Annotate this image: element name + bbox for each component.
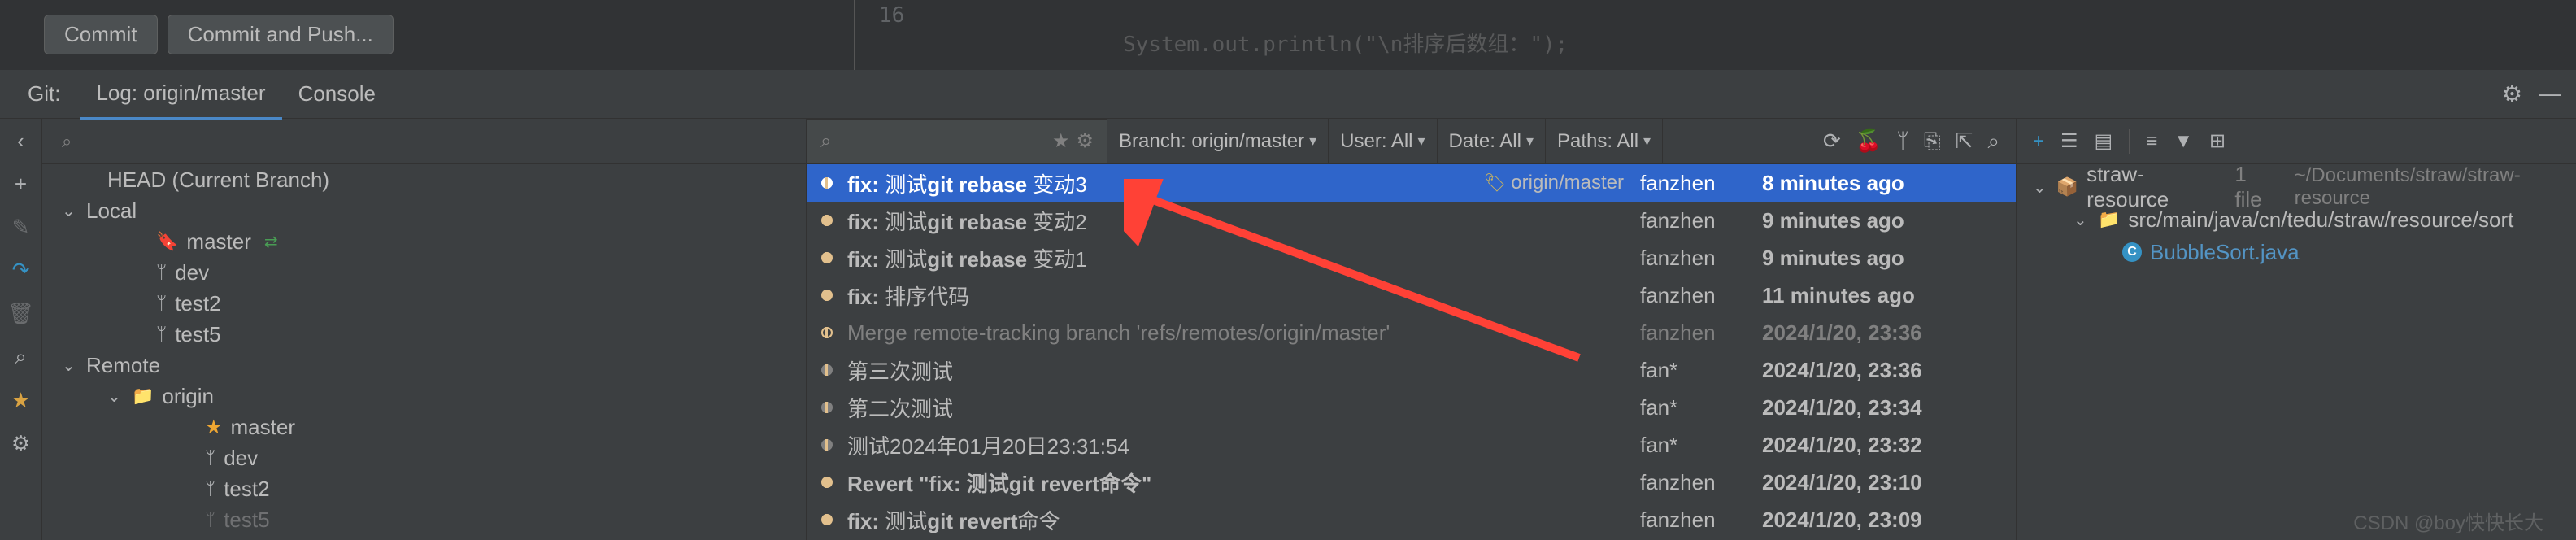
redo-icon[interactable]: ↷	[12, 258, 30, 283]
origin-master[interactable]: ★master	[42, 412, 806, 442]
file-root[interactable]: ⌄📦 straw-resource 1 file ~/Documents/str…	[2017, 171, 2576, 203]
head-branch[interactable]: HEAD (Current Branch)	[42, 164, 806, 195]
commit-button[interactable]: Commit	[44, 15, 158, 54]
settings2-icon[interactable]: ⚙	[11, 431, 30, 456]
git-label: Git:	[28, 81, 60, 107]
gear-icon[interactable]: ⚙	[2502, 81, 2522, 107]
tab-console[interactable]: Console	[282, 70, 392, 118]
goto-icon[interactable]: ⎘	[1924, 128, 1941, 155]
expand-tree-icon[interactable]: ⊞	[2209, 129, 2226, 153]
local-group[interactable]: ⌄Local	[42, 195, 806, 226]
commit-push-button[interactable]: Commit and Push...	[168, 15, 394, 54]
left-toolbar: ‹ + ✎ ↷ 🗑 ⌕ ★ ⚙	[0, 119, 42, 540]
cherry-pick-icon[interactable]: 🍒	[1856, 128, 1882, 155]
filter-branch[interactable]: Branch: origin/master▾	[1107, 119, 1329, 163]
edit-icon[interactable]: ✎	[12, 215, 30, 240]
filter-date[interactable]: Date: All▾	[1438, 119, 1546, 163]
commit-list[interactable]: fix: 测试git rebase 变动3🏷origin/masterfanzh…	[807, 164, 2016, 540]
commit-row[interactable]: fix: 测试git rebase 变动2fanzhen9 minutes ag…	[807, 202, 2016, 239]
commit-row[interactable]: fix: 测试git rebase 变动3🏷origin/masterfanzh…	[807, 164, 2016, 202]
origin-test5[interactable]: ᛘtest5	[42, 504, 806, 535]
commit-row[interactable]: 第三次测试fan*2024/1/20, 23:36	[807, 351, 2016, 389]
find-icon[interactable]: ⌕	[1987, 128, 1999, 155]
remote-group[interactable]: ⌄Remote	[42, 350, 806, 381]
branch-action-icon[interactable]: ᛘ	[1896, 128, 1909, 155]
tab-log[interactable]: Log: origin/master	[80, 69, 281, 120]
add-icon[interactable]: +	[15, 172, 27, 197]
group-icon[interactable]: ≡	[2146, 130, 2157, 153]
local-dev[interactable]: ᛘdev	[42, 257, 806, 288]
commit-row[interactable]: Merge remote-tracking branch 'refs/remot…	[807, 314, 2016, 351]
origin-group[interactable]: ⌄📁origin	[42, 381, 806, 412]
commit-row[interactable]: fix: 排序代码fanzhen11 minutes ago	[807, 277, 2016, 314]
java-class-icon: C	[2122, 242, 2142, 262]
filter-paths[interactable]: Paths: All▾	[1546, 119, 1663, 163]
add-file-icon[interactable]: +	[2033, 130, 2044, 153]
open-icon[interactable]: ⇱	[1956, 128, 1973, 155]
minimize-icon[interactable]: —	[2539, 81, 2561, 107]
filter-user[interactable]: User: All▾	[1329, 119, 1437, 163]
commit-row[interactable]: Revert "fix: 测试git revert命令"fanzhen2024/…	[807, 464, 2016, 501]
structure-label[interactable]: Structure	[0, 419, 5, 491]
commit-row[interactable]: fix: 测试git revert命令fanzhen2024/1/20, 23:…	[807, 501, 2016, 538]
commit-row[interactable]: 第二次测试fan*2024/1/20, 23:34	[807, 389, 2016, 426]
branch-search[interactable]: ⌕	[42, 119, 806, 164]
commit-search[interactable]: ⌕ ★ ⚙	[807, 119, 1107, 163]
commit-row[interactable]: 测试2024年01月20日23:31:54fan*2024/1/20, 23:3…	[807, 426, 2016, 464]
favorite-icon[interactable]: ★	[11, 388, 30, 413]
filter-icon[interactable]: ▼	[2174, 130, 2193, 153]
tree-view-icon[interactable]: ☰	[2060, 129, 2078, 153]
commit-row[interactable]: fix: 测试git rebase 变动1fanzhen9 minutes ag…	[807, 239, 2016, 277]
origin-test2[interactable]: ᛘtest2	[42, 473, 806, 504]
delete-icon[interactable]: 🗑	[7, 301, 34, 326]
preview-icon[interactable]: ▤	[2095, 129, 2113, 153]
refresh-icon[interactable]: ⟳	[1823, 128, 1841, 155]
editor-area: 16 System.out.println("\n排序后数组：");	[854, 0, 2576, 70]
watermark: CSDN @boy快快长大	[2353, 507, 2543, 535]
local-test5[interactable]: ᛘtest5	[42, 319, 806, 350]
search-icon[interactable]: ⌕	[15, 344, 27, 370]
origin-dev[interactable]: ᛘdev	[42, 442, 806, 473]
file-java[interactable]: C BubbleSort.java	[2017, 236, 2576, 268]
expand-left-icon[interactable]: ‹	[17, 128, 24, 154]
local-test2[interactable]: ᛘtest2	[42, 288, 806, 319]
local-master[interactable]: 🔖master⇄	[42, 226, 806, 257]
